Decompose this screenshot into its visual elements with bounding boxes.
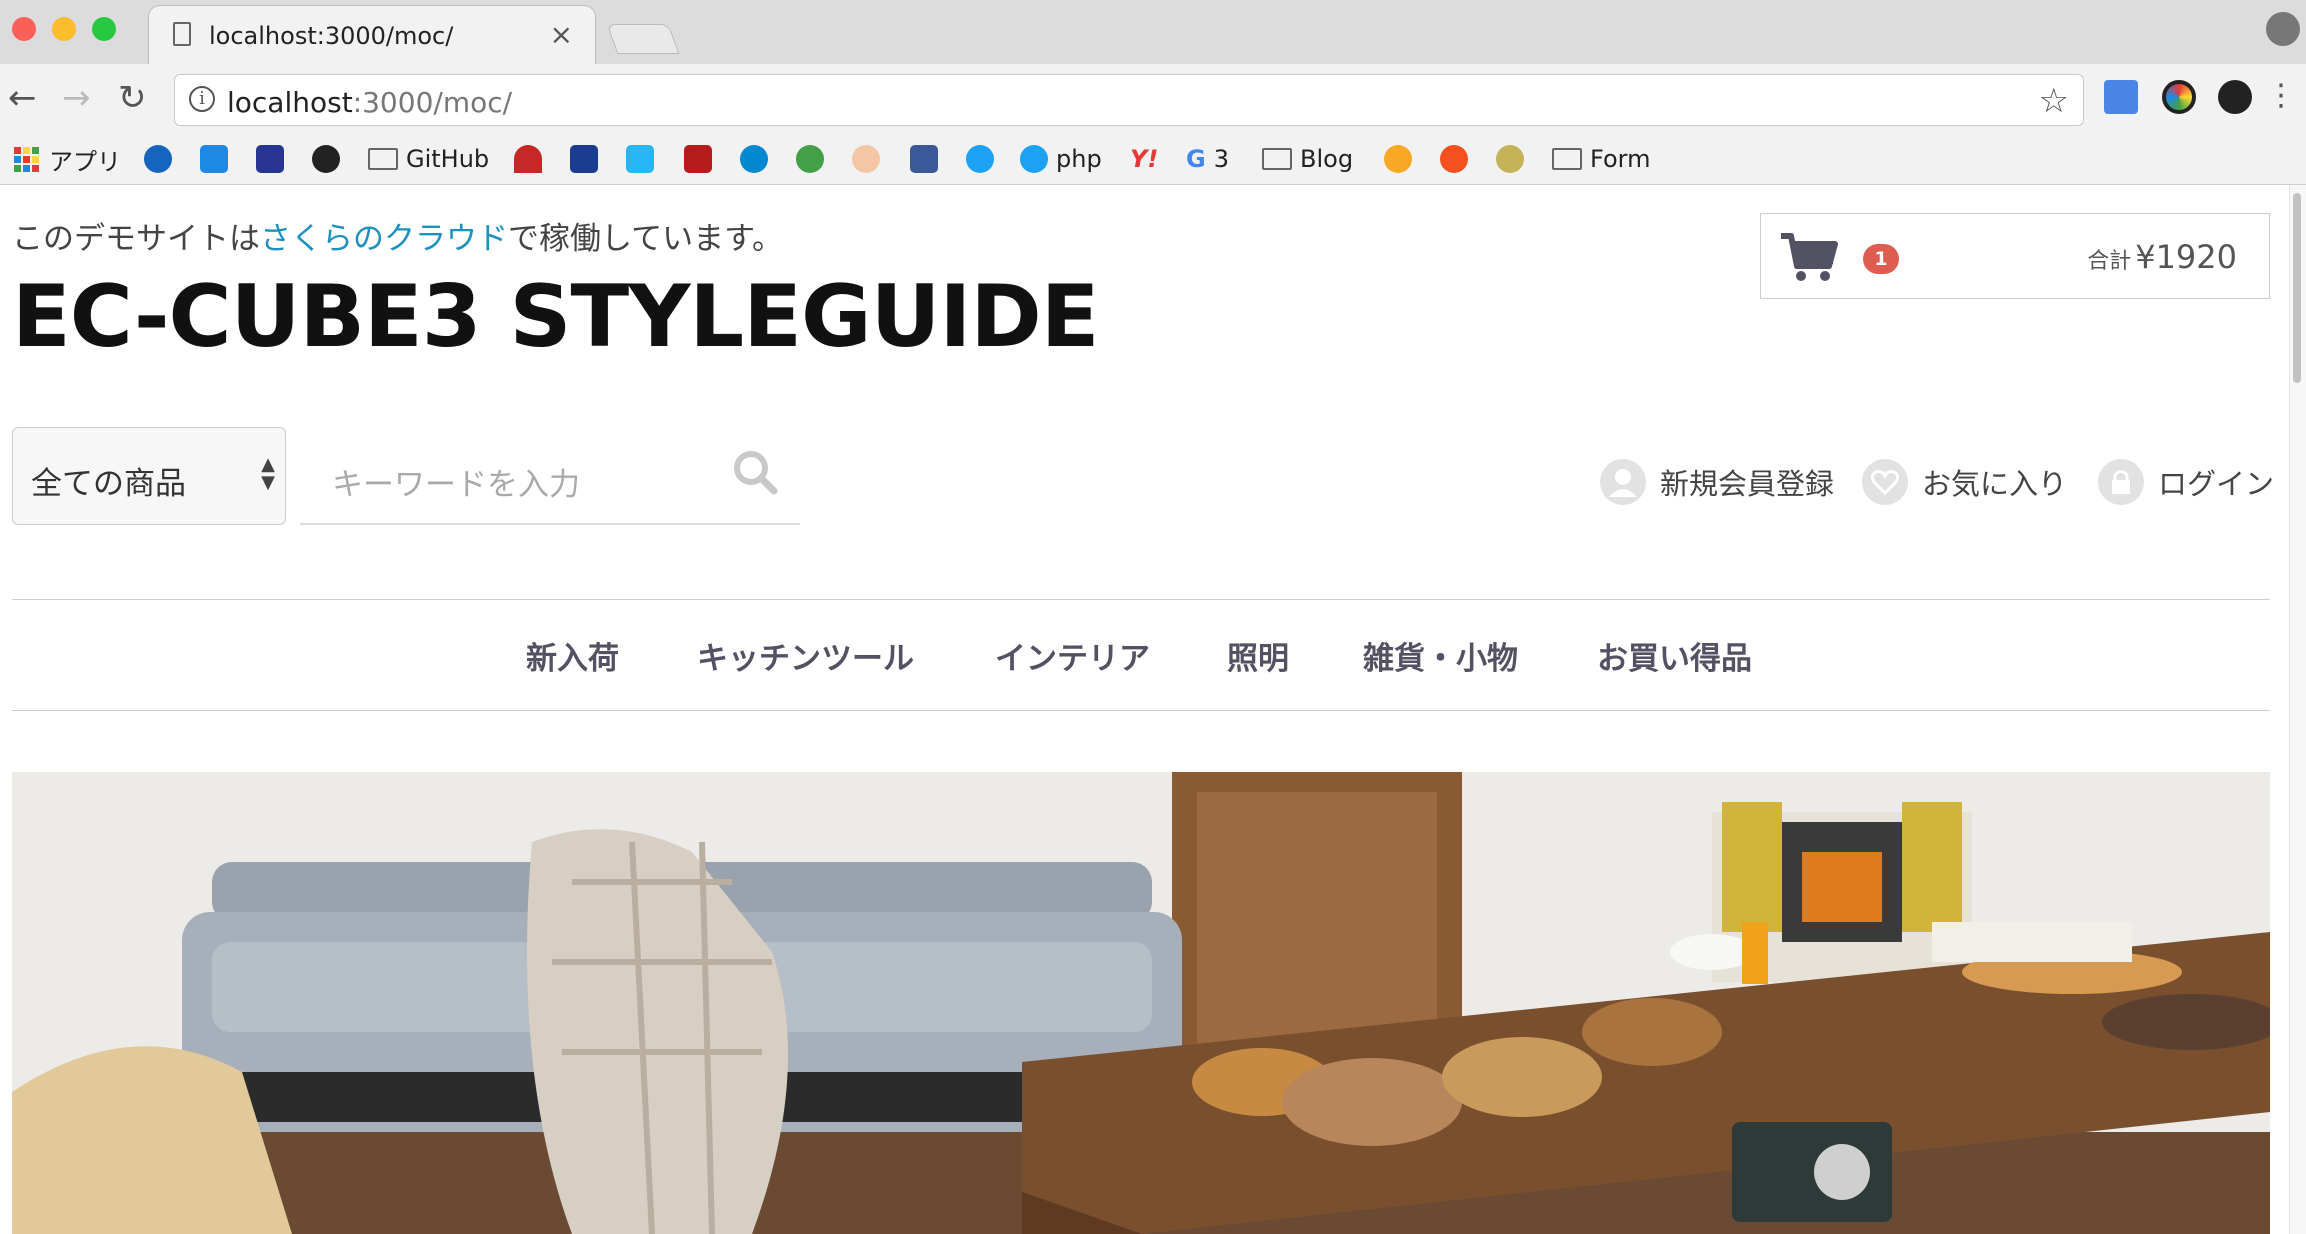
bookmark-yahoo-icon[interactable]: Y! xyxy=(1130,144,1158,174)
bookmark-apps[interactable]: アプリ xyxy=(14,144,121,176)
search-icon[interactable] xyxy=(732,449,778,495)
close-tab-icon[interactable]: × xyxy=(550,18,573,51)
bookmark-rakuten-icon[interactable] xyxy=(740,144,776,174)
google-icon: G xyxy=(1186,145,1206,173)
back-arrow-icon[interactable]: ← xyxy=(8,78,37,118)
bookmark-orange-icon[interactable] xyxy=(1440,144,1476,174)
zoom-window-button[interactable] xyxy=(92,17,116,41)
cart-total-label: 合計 xyxy=(2087,249,2132,274)
bookmark-db-icon[interactable] xyxy=(200,144,236,174)
hero-illustration xyxy=(12,772,2270,1234)
folder-icon xyxy=(1552,148,1582,170)
twitter-icon xyxy=(1020,145,1048,173)
gnav-goods[interactable]: 雑貨・小物 xyxy=(1363,633,1518,683)
login-link: ログイン xyxy=(2158,467,2275,501)
browser-toolbar: ← → ↻ i localhost:3000/moc/ ☆ ⋮ xyxy=(0,64,2306,134)
translate-extension-icon[interactable] xyxy=(2104,80,2138,114)
register-link: 新規会員登録 xyxy=(1660,467,1835,501)
bookmarks-bar: アプリ GitHub php Y! G 3 Blog Form xyxy=(0,134,2306,185)
bookmark-label: Blog xyxy=(1300,145,1354,173)
color-extension-icon[interactable] xyxy=(2162,80,2196,114)
bookmark-label: GitHub xyxy=(406,145,490,173)
bookmark-search-icon[interactable] xyxy=(796,144,832,174)
user-nav-register[interactable]: 新規会員登録 xyxy=(1600,457,1834,507)
heart-icon xyxy=(1862,459,1908,505)
sakura-cloud-link[interactable]: さくらのクラウド xyxy=(260,221,508,257)
bookmark-g3[interactable]: G 3 xyxy=(1186,144,1229,174)
forward-arrow-icon[interactable]: → xyxy=(62,78,91,118)
flame-extension-icon[interactable] xyxy=(2218,80,2252,114)
menu-kebab-icon[interactable]: ⋮ xyxy=(2266,78,2296,113)
search-input[interactable]: キーワードを入力 xyxy=(300,427,800,525)
bookmark-ie-icon[interactable] xyxy=(144,144,180,174)
folder-icon xyxy=(1262,148,1292,170)
bookmark-facebook-icon[interactable] xyxy=(910,144,946,174)
search-placeholder: キーワードを入力 xyxy=(332,467,580,503)
tab-title: localhost:3000/moc/ xyxy=(209,22,454,50)
gnav-bargains[interactable]: お買い得品 xyxy=(1597,633,1752,683)
divider-bottom xyxy=(12,710,2270,711)
new-tab-button[interactable] xyxy=(606,24,680,54)
address-bar[interactable]: i localhost:3000/moc/ ☆ xyxy=(174,74,2084,126)
notice-text: このデモサイトは xyxy=(12,221,260,257)
minimize-window-button[interactable] xyxy=(52,17,76,41)
cart-total-value: ¥1920 xyxy=(2135,238,2237,276)
select-arrows-icon: ▲ ▼ xyxy=(261,454,275,493)
info-icon[interactable]: i xyxy=(189,86,215,112)
bookmark-label: アプリ xyxy=(49,147,121,176)
browser-tab[interactable]: localhost:3000/moc/ × xyxy=(148,5,596,65)
category-select[interactable]: 全ての商品 ▲ ▼ xyxy=(12,427,286,525)
site-title[interactable]: EC-CUBE3 STYLEGUIDE xyxy=(12,267,1100,367)
gnav-new-arrivals[interactable]: 新入荷 xyxy=(526,633,619,683)
bookmark-face-icon[interactable] xyxy=(852,144,888,174)
bookmark-github[interactable]: GitHub xyxy=(368,144,489,174)
scrollbar-thumb[interactable] xyxy=(2293,193,2301,383)
browser-tab-bar: localhost:3000/moc/ × xyxy=(0,0,2306,65)
divider-top xyxy=(12,599,2270,600)
bookmark-tools-icon[interactable] xyxy=(256,144,292,174)
bookmark-g-icon[interactable] xyxy=(570,144,606,174)
page-scrollbar[interactable] xyxy=(2289,185,2306,1234)
bookmark-form[interactable]: Form xyxy=(1552,144,1650,174)
gnav-kitchen-tools[interactable]: キッチンツール xyxy=(697,633,914,683)
bookmark-crest-icon[interactable] xyxy=(1496,144,1532,174)
bookmark-label: Form xyxy=(1590,145,1651,173)
gnav-lighting[interactable]: 照明 xyxy=(1227,633,1289,683)
bookmark-yellow-icon[interactable] xyxy=(1384,144,1420,174)
hosting-notice: このデモサイトはさくらのクラウドで稼働しています。 xyxy=(12,213,783,258)
lock-icon xyxy=(2098,459,2144,505)
reload-icon[interactable]: ↻ xyxy=(118,78,147,118)
cart-icon xyxy=(1781,233,1838,281)
close-window-button[interactable] xyxy=(12,17,36,41)
cart-total: 合計 ¥1920 xyxy=(2087,238,2237,276)
favorites-link: お気に入り xyxy=(1922,467,2068,501)
notice-text: で稼働しています。 xyxy=(508,221,783,257)
bookmark-label: php xyxy=(1056,145,1102,173)
bookmark-github-icon[interactable] xyxy=(312,144,348,174)
bookmark-star-icon[interactable]: ☆ xyxy=(2039,81,2069,121)
hero-banner-image[interactable] xyxy=(12,772,2270,1234)
bookmark-twitter-icon[interactable] xyxy=(966,144,1002,174)
bookmark-c-icon[interactable] xyxy=(626,144,662,174)
folder-icon xyxy=(368,148,398,170)
bookmark-red-icon[interactable] xyxy=(684,144,720,174)
user-nav-favorites[interactable]: お気に入り xyxy=(1862,457,2067,507)
user-nav-login[interactable]: ログイン xyxy=(2098,457,2274,507)
apps-grid-icon xyxy=(14,146,39,172)
url-text: localhost:3000/moc/ xyxy=(227,86,513,119)
bookmark-label: 3 xyxy=(1213,145,1229,173)
web-page: このデモサイトはさくらのクラウドで稼働しています。 EC-CUBE3 STYLE… xyxy=(0,185,2290,1234)
category-selected-value: 全ての商品 xyxy=(31,466,186,502)
page-icon xyxy=(173,22,191,46)
user-icon xyxy=(1600,459,1646,505)
profile-icon[interactable] xyxy=(2266,12,2300,46)
gnav-interior[interactable]: インテリア xyxy=(995,633,1150,683)
cart-summary[interactable]: 1 合計 ¥1920 xyxy=(1760,213,2270,299)
cart-count-badge: 1 xyxy=(1863,244,1899,274)
bookmark-arc-icon[interactable] xyxy=(514,144,550,174)
bookmark-php[interactable]: php xyxy=(1020,144,1102,174)
bookmark-blog[interactable]: Blog xyxy=(1262,144,1353,174)
